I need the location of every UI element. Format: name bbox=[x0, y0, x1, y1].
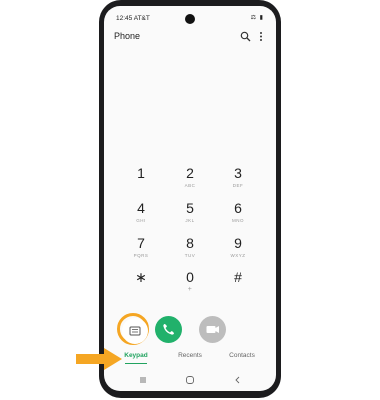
app-title: Phone bbox=[114, 31, 141, 41]
key-1[interactable]: 1 bbox=[121, 166, 161, 196]
keypad-icon bbox=[129, 326, 141, 336]
home-icon[interactable] bbox=[185, 375, 195, 385]
tab-contacts[interactable]: Contacts bbox=[217, 352, 267, 359]
status-icons: ⚖ ▮ bbox=[250, 15, 264, 21]
status-bar: 12:45 AT&T ⚖ ▮ bbox=[104, 6, 276, 26]
more-options-icon[interactable] bbox=[258, 31, 264, 42]
key-letters: GHI bbox=[136, 218, 146, 223]
key-digit: 2 bbox=[186, 165, 194, 181]
key-7[interactable]: 7 PQRS bbox=[121, 236, 161, 266]
recent-apps-icon[interactable] bbox=[138, 375, 148, 385]
front-camera bbox=[185, 14, 195, 24]
key-digit: 0 bbox=[186, 269, 194, 285]
key-letters: WXYZ bbox=[230, 253, 246, 258]
key-letters: + bbox=[187, 286, 193, 293]
active-tab-indicator bbox=[125, 363, 147, 364]
key-digit: 5 bbox=[186, 200, 194, 216]
key-digit: ∗ bbox=[135, 269, 147, 285]
video-call-icon bbox=[206, 326, 219, 333]
key-4[interactable]: 4 GHI bbox=[121, 201, 161, 231]
navigation-bar bbox=[104, 372, 276, 388]
back-icon[interactable] bbox=[233, 375, 243, 385]
call-button[interactable] bbox=[155, 316, 182, 343]
key-letters: JKL bbox=[185, 218, 195, 223]
key-2[interactable]: 2 ABC bbox=[170, 166, 210, 196]
key-5[interactable]: 5 JKL bbox=[170, 201, 210, 231]
status-time: 12:45 AT&T bbox=[116, 15, 150, 22]
key-letters: MNO bbox=[232, 218, 244, 223]
key-digit: # bbox=[234, 269, 242, 285]
video-call-button[interactable] bbox=[199, 316, 226, 343]
key-digit: 9 bbox=[234, 235, 242, 251]
key-hash[interactable]: # bbox=[218, 270, 258, 300]
key-digit: 1 bbox=[137, 165, 145, 181]
key-digit: 8 bbox=[186, 235, 194, 251]
key-letters: ABC bbox=[184, 183, 196, 188]
key-letters: PQRS bbox=[133, 253, 149, 258]
key-9[interactable]: 9 WXYZ bbox=[218, 236, 258, 266]
call-icon bbox=[163, 324, 174, 335]
key-digit: 4 bbox=[137, 200, 145, 216]
key-digit: 6 bbox=[234, 200, 242, 216]
bottom-tabs: Keypad Recents Contacts bbox=[104, 352, 276, 368]
key-0[interactable]: 0 + bbox=[170, 270, 210, 300]
tutorial-arrow-icon bbox=[76, 348, 122, 370]
key-3[interactable]: 3 DEF bbox=[218, 166, 258, 196]
search-icon[interactable] bbox=[240, 31, 251, 42]
phone-screen: 12:45 AT&T ⚖ ▮ Phone 1 2 ABC 3 DEF 4 GHI… bbox=[104, 6, 276, 391]
key-8[interactable]: 8 TUV bbox=[170, 236, 210, 266]
tab-recents[interactable]: Recents bbox=[165, 352, 215, 359]
key-digit: 3 bbox=[234, 165, 242, 181]
key-6[interactable]: 6 MNO bbox=[218, 201, 258, 231]
key-star[interactable]: ∗ bbox=[121, 270, 161, 300]
key-letters: DEF bbox=[232, 183, 244, 188]
keypad-toggle-button[interactable] bbox=[122, 318, 148, 344]
key-letters: TUV bbox=[184, 253, 196, 258]
key-digit: 7 bbox=[137, 235, 145, 251]
